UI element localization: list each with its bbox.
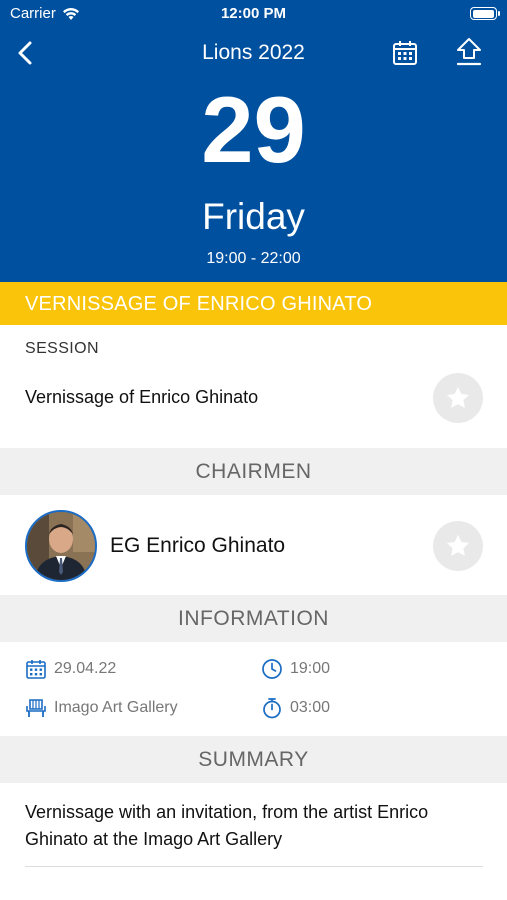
nav-title: Lions 2022 — [202, 41, 305, 64]
favorite-session-button[interactable] — [433, 373, 483, 423]
share-button[interactable] — [454, 36, 484, 68]
event-day-number: 29 — [201, 77, 306, 182]
avatar[interactable] — [25, 510, 97, 582]
event-day-name: Friday — [202, 196, 305, 237]
star-icon — [446, 386, 470, 408]
event-time-range: 19:00 - 22:00 — [206, 250, 301, 267]
chairman-name[interactable]: EG Enrico Ghinato — [110, 534, 285, 558]
summary-text: Vernissage with an invitation, from the … — [25, 802, 429, 849]
stopwatch-icon — [263, 698, 281, 719]
info-start-time: 19:00 — [261, 658, 330, 680]
calendar-icon — [26, 660, 46, 679]
info-start-time-value: 19:00 — [290, 660, 331, 677]
information-section-header: INFORMATION — [0, 595, 507, 642]
battery-icon — [470, 7, 500, 20]
chairmen-section-header: CHAIRMEN — [0, 448, 507, 495]
star-icon — [446, 534, 470, 556]
event-title-bar: VERNISSAGE OF ENRICO GHINATO — [0, 282, 507, 325]
info-location-value: Imago Art Gallery — [54, 699, 178, 716]
summary-section-header: SUMMARY — [0, 736, 507, 783]
calendar-icon — [393, 41, 417, 65]
info-date: 29.04.22 — [25, 658, 116, 680]
status-bar: Carrier 12:00 PM — [0, 0, 507, 30]
chair-icon — [26, 699, 46, 717]
share-upload-icon — [456, 38, 482, 66]
chairman-photo — [27, 512, 95, 580]
divider — [25, 866, 483, 867]
session-name: Vernissage of Enrico Ghinato — [25, 387, 259, 407]
clock-icon — [262, 659, 282, 679]
nav-bar: Lions 2022 — [0, 30, 507, 76]
info-date-value: 29.04.22 — [54, 660, 117, 677]
status-time: 12:00 PM — [220, 5, 287, 22]
info-location: Imago Art Gallery — [25, 697, 178, 719]
favorite-chairman-button[interactable] — [433, 521, 483, 571]
battery-fill — [472, 9, 494, 18]
event-header: Carrier 12:00 PM Lions 2022 29 Friday 19… — [0, 0, 507, 282]
session-label: SESSION — [25, 340, 99, 357]
event-title: VERNISSAGE OF ENRICO GHINATO — [25, 293, 373, 315]
info-duration-value: 03:00 — [290, 699, 331, 716]
info-duration: 03:00 — [261, 697, 330, 719]
add-to-calendar-button[interactable] — [390, 38, 420, 68]
